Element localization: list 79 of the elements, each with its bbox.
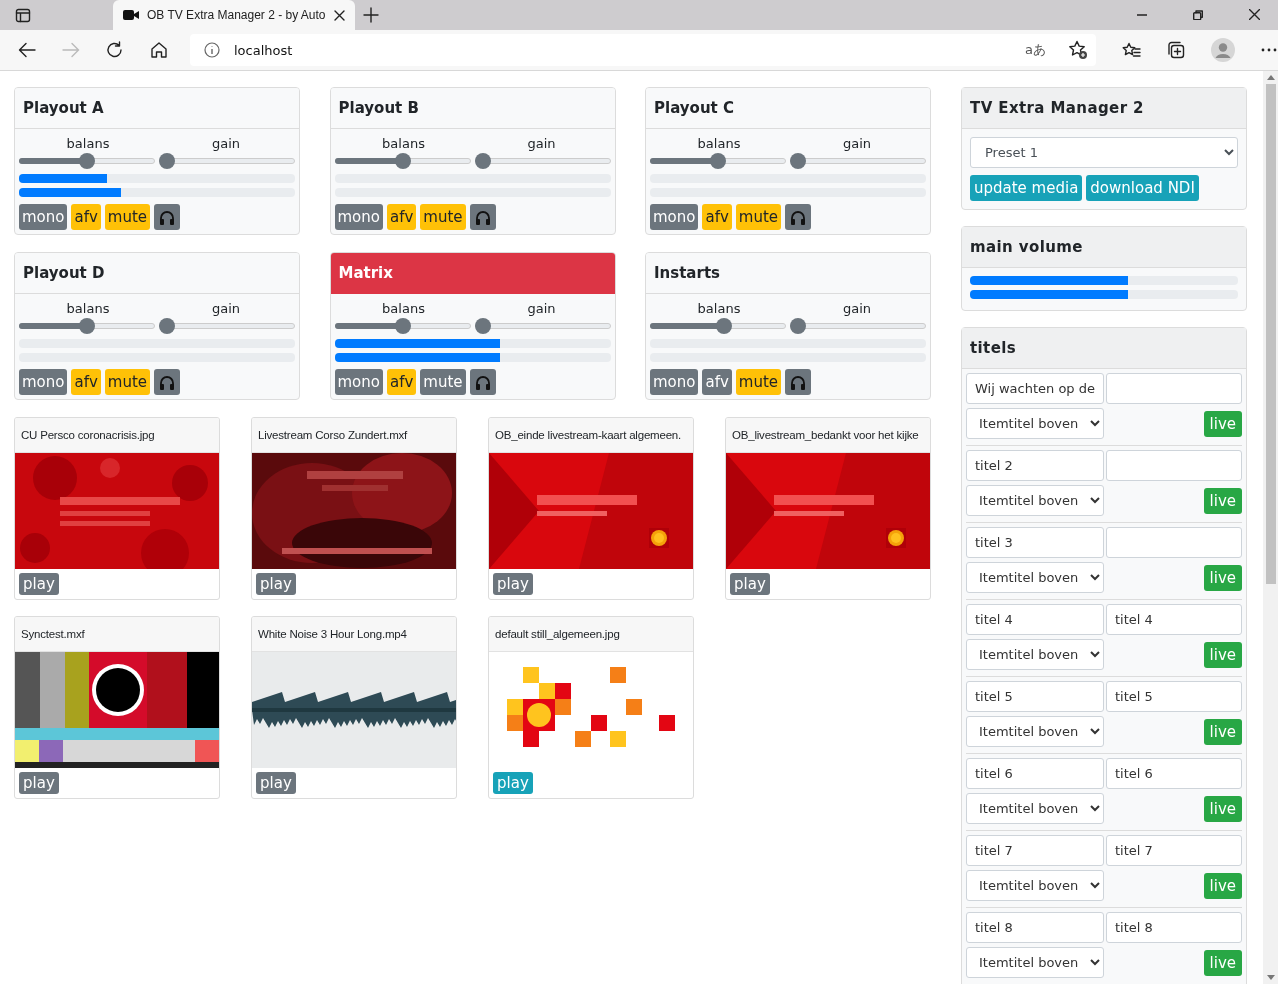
position-select[interactable]: Itemtitel boven [966,639,1104,670]
toggle-button[interactable]: mono [334,369,383,395]
media-title: Livestream Corso Zundert.mxf [258,429,408,441]
url-text: localhost [234,42,293,58]
position-select[interactable]: Itemtitel boven [966,562,1104,593]
title-input[interactable]: titel 7 [966,835,1104,866]
position-select[interactable]: Itemtitel boven [966,947,1104,978]
toggle-button[interactable]: mute [735,369,782,395]
gain-label: gain [210,136,242,151]
toggle-button[interactable]: mono [650,369,699,395]
address-bar[interactable]: localhost aあ [190,34,1096,66]
panel-title: TV Extra Manager 2 [970,99,1144,117]
position-select[interactable]: Itemtitel boven [966,793,1104,824]
title-input[interactable]: titel 8 [966,912,1104,943]
browser-tab[interactable]: OB TV Extra Manager 2 - by Auto [113,0,355,30]
subtitle-input[interactable]: titel 6 [1106,758,1242,789]
toggle-button[interactable]: afv [71,369,101,395]
toggle-button[interactable]: mono [19,369,68,395]
channel-title: Instarts [654,264,720,282]
play-button[interactable]: play [730,573,770,595]
position-select[interactable]: Itemtitel boven [966,408,1104,439]
position-select[interactable]: Itemtitel boven [966,716,1104,747]
balans-label: balans [696,301,742,316]
title-input[interactable]: titel 5 [966,681,1104,712]
panel-title: titels [970,339,1017,357]
subtitle-input[interactable]: titel 5 [1106,681,1242,712]
media-title: Synctest.mxf [21,628,85,640]
media-title: default still_algemeen.jpg [495,628,620,640]
media-title: OB_livestream_bedankt voor het kijke [732,429,919,441]
title-input[interactable]: titel 2 [966,450,1104,481]
play-button[interactable]: play [256,772,296,794]
subtitle-input[interactable]: titel 8 [1106,912,1242,943]
channel-title: Playout B [338,99,419,117]
toggle-button[interactable]: afv [702,204,732,230]
toggle-button[interactable]: afv [387,204,417,230]
play-button[interactable]: play [493,573,533,595]
channel-title: Playout D [23,264,105,282]
subtitle-input[interactable]: titel 4 [1106,604,1242,635]
title-input[interactable]: titel 3 [966,527,1104,558]
title-input[interactable]: titel 4 [966,604,1104,635]
gain-label: gain [210,301,242,316]
toggle-button[interactable]: afv [71,204,101,230]
toggle-button[interactable]: mute [104,369,151,395]
play-button[interactable]: play [256,573,296,595]
gain-label: gain [841,136,873,151]
balans-label: balans [65,301,111,316]
balans-label: balans [65,136,111,151]
balans-label: balans [381,301,426,316]
balans-label: balans [381,136,426,151]
preset-select[interactable]: Preset 1 [970,137,1238,168]
gain-label: gain [841,301,873,316]
toggle-button[interactable]: mute [420,369,466,395]
translate-glyph[interactable]: aあ [1025,41,1046,59]
toggle-button[interactable]: afv [702,369,732,395]
subtitle-input[interactable]: titel 7 [1106,835,1242,866]
channel-title: Matrix [338,264,393,282]
gain-label: gain [526,301,557,316]
toggle-button[interactable]: mono [650,204,699,230]
media-title: CU Persco coronacrisis.jpg [21,429,155,441]
toggle-button[interactable]: mono [19,204,68,230]
title-input[interactable]: titel 6 [966,758,1104,789]
toggle-button[interactable]: mute [104,204,151,230]
position-select[interactable]: Itemtitel boven [966,485,1104,516]
tab-title: OB TV Extra Manager 2 - by Auto [147,8,326,22]
media-title: White Noise 3 Hour Long.mp4 [258,628,407,640]
gain-label: gain [526,136,557,151]
toggle-button[interactable]: mute [420,204,466,230]
channel-title: Playout A [23,99,104,117]
panel-title: main volume [970,238,1083,256]
play-button[interactable]: play [19,573,59,595]
toggle-button[interactable]: mute [735,204,782,230]
play-button[interactable]: play [19,772,59,794]
toggle-button[interactable]: afv [387,369,417,395]
title-input[interactable]: Wij wachten op de [966,373,1104,404]
balans-label: balans [696,136,742,151]
channel-title: Playout C [654,99,734,117]
position-select[interactable]: Itemtitel boven [966,870,1104,901]
toggle-button[interactable]: mono [334,204,383,230]
media-title: OB_einde livestream-kaart algemeen. [495,429,682,441]
